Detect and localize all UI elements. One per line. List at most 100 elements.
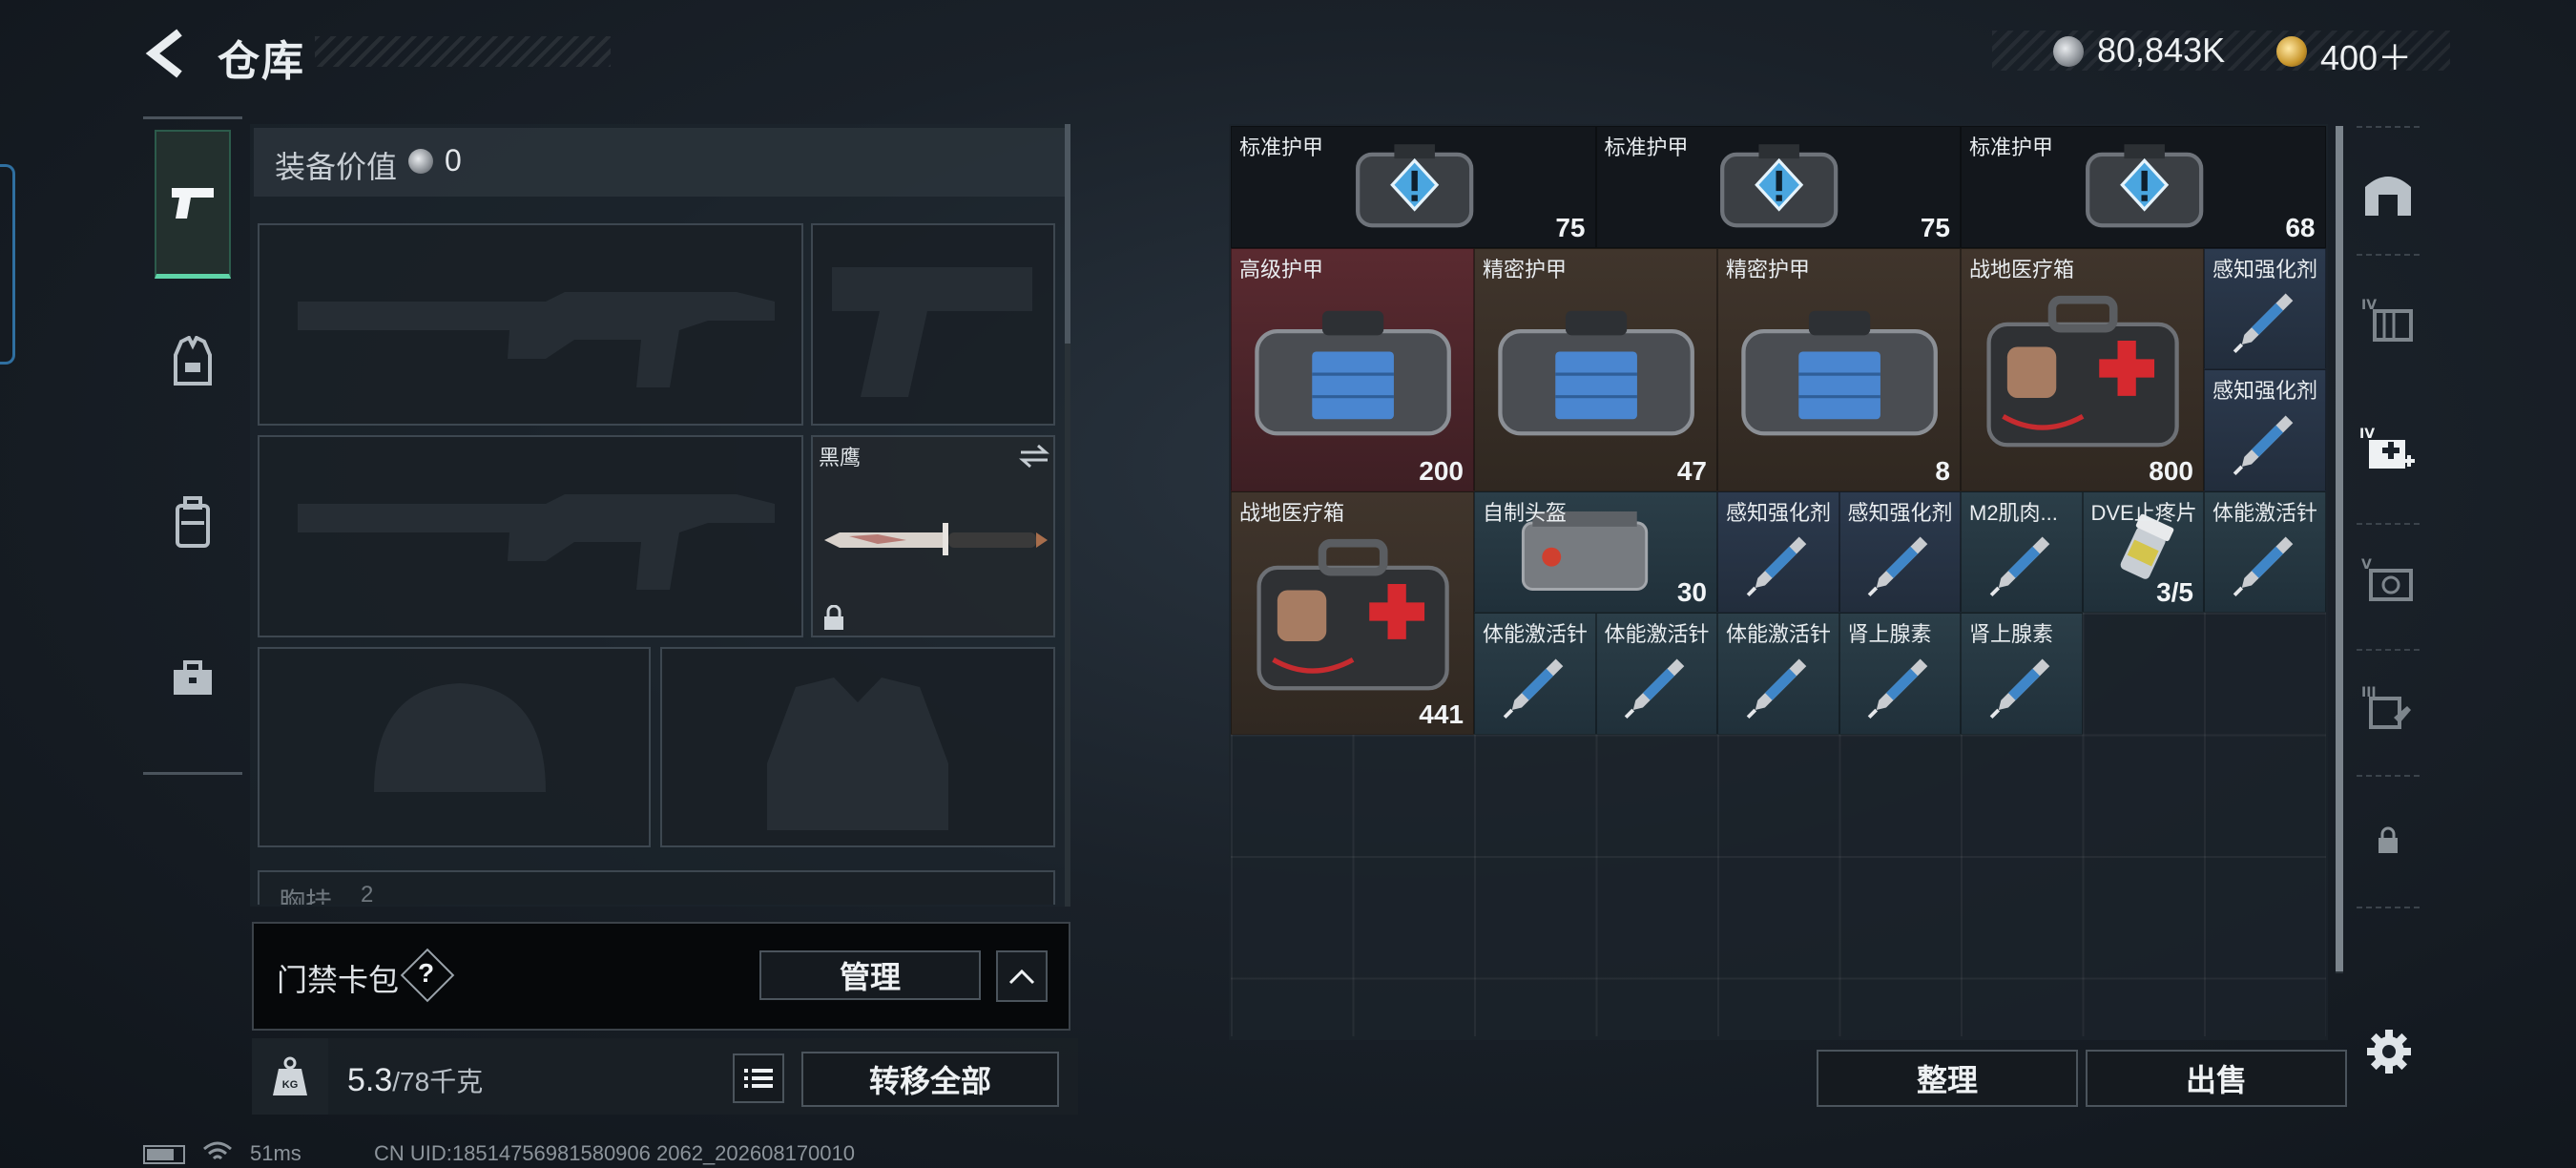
svg-text:IV: IV bbox=[2359, 427, 2375, 442]
storage-item[interactable]: 高级护甲 200 bbox=[1231, 247, 1474, 491]
tab-storage-main[interactable] bbox=[2357, 162, 2420, 225]
storage-item[interactable]: 标准护甲 68 bbox=[1961, 126, 2326, 248]
equipment-scrollbar-thumb[interactable] bbox=[1065, 124, 1070, 344]
storage-item-name: DVE止疼片 bbox=[2090, 500, 2197, 525]
gear-icon bbox=[2367, 1030, 2411, 1074]
tab-backpack[interactable] bbox=[155, 485, 231, 561]
pistol-slot[interactable] bbox=[811, 223, 1055, 426]
tab-weapons[interactable] bbox=[155, 130, 231, 279]
title-decoration bbox=[315, 36, 611, 67]
storage-item[interactable]: 体能激活针 bbox=[1717, 613, 1839, 735]
access-card-label: 门禁卡包 bbox=[277, 963, 400, 997]
lock-icon bbox=[824, 605, 843, 630]
primary-weapon-slot[interactable] bbox=[258, 223, 803, 426]
tab-toolbox[interactable] bbox=[155, 641, 231, 718]
helmet-silhouette-icon bbox=[374, 683, 546, 792]
toolbox-icon bbox=[174, 660, 212, 695]
storage-item[interactable]: 感知强化剂 bbox=[1839, 490, 1961, 613]
secondary-weapon-slot[interactable] bbox=[258, 435, 803, 637]
armor-warning-icon bbox=[1355, 144, 1473, 228]
transfer-all-button[interactable]: 转移全部 bbox=[801, 1052, 1059, 1107]
tab-medical-iv[interactable]: IV bbox=[2357, 418, 2420, 481]
sell-button[interactable]: 出售 bbox=[2086, 1050, 2347, 1107]
storage-item[interactable]: 标准护甲 75 bbox=[1231, 126, 1596, 248]
right-tab-divider bbox=[2357, 126, 2420, 128]
equipment-value-label: 装备价值 bbox=[275, 150, 398, 184]
page-title: 仓库 bbox=[218, 38, 305, 85]
collapse-button[interactable] bbox=[996, 950, 1048, 1002]
manage-button[interactable]: 管理 bbox=[759, 950, 981, 1000]
storage-scrollbar-thumb[interactable] bbox=[2336, 126, 2343, 971]
storage-item[interactable]: 感知强化剂 bbox=[1717, 490, 1839, 613]
storage-crate-v-icon: V bbox=[2361, 557, 2413, 601]
side-drawer-handle[interactable] bbox=[0, 164, 15, 365]
storage-item-name: 体能激活针 bbox=[1726, 622, 1832, 646]
vest-silhouette-icon bbox=[767, 678, 948, 830]
storage-item-name: 感知强化剂 bbox=[2212, 379, 2318, 403]
right-tab-divider bbox=[2357, 523, 2420, 525]
body-armor-slot[interactable] bbox=[660, 647, 1055, 847]
storage-item-value: 3/5 bbox=[2156, 577, 2193, 607]
chest-rig-count: 2 bbox=[361, 882, 374, 905]
storage-item-value: 441 bbox=[1419, 699, 1464, 729]
storage-item[interactable]: 自制头盔 30 bbox=[1474, 490, 1717, 613]
armor-icon bbox=[1741, 310, 1939, 435]
armor-warning-icon bbox=[2085, 144, 2203, 228]
storage-item-value: 800 bbox=[2149, 455, 2193, 486]
tab-storage-iii[interactable]: III bbox=[2357, 676, 2420, 739]
armor-vest-icon bbox=[174, 336, 212, 386]
injector-icon bbox=[1624, 658, 1685, 719]
help-icon[interactable]: ? bbox=[418, 958, 434, 989]
tab-storage-iv[interactable]: IV bbox=[2357, 288, 2420, 351]
silver-coin-icon bbox=[2053, 36, 2084, 67]
right-tab-divider bbox=[2357, 775, 2420, 777]
list-view-button[interactable] bbox=[733, 1053, 784, 1103]
helmet-slot[interactable] bbox=[258, 647, 651, 847]
tab-armor[interactable] bbox=[155, 324, 231, 401]
tab-storage-v[interactable]: V bbox=[2357, 548, 2420, 611]
storage-item[interactable]: 体能激活针 bbox=[1474, 613, 1596, 735]
storage-item[interactable]: 感知强化剂 bbox=[2204, 369, 2326, 491]
melee-item-label: 黑鹰 bbox=[819, 446, 862, 469]
storage-item[interactable]: DVE止疼片 3/5 bbox=[2082, 490, 2204, 613]
storage-item[interactable]: 精密护甲 47 bbox=[1474, 247, 1717, 491]
injector-icon bbox=[1867, 536, 1928, 597]
storage-item[interactable]: 标准护甲 75 bbox=[1595, 126, 1961, 248]
settings-button[interactable] bbox=[2360, 1023, 2418, 1080]
storage-item-value: 8 bbox=[1935, 455, 1950, 486]
storage-item[interactable]: 肾上腺素 bbox=[1839, 613, 1961, 735]
storage-crate-iii-icon: III bbox=[2361, 685, 2411, 729]
sort-button[interactable]: 整理 bbox=[1817, 1050, 2078, 1107]
armor-icon bbox=[1498, 310, 1695, 435]
storage-item-name: 战地医疗箱 bbox=[1969, 257, 2075, 282]
backpack-icon bbox=[176, 496, 210, 548]
user-uid: CN UID:18514756981580906 2062_2026081700… bbox=[374, 1141, 856, 1165]
storage-item-name: 标准护甲 bbox=[1239, 136, 1324, 159]
warehouse-icon bbox=[2365, 177, 2411, 216]
chest-rig-row[interactable]: 胸挂 2 bbox=[258, 870, 1055, 905]
equipment-value-amount: 0 bbox=[445, 143, 462, 177]
back-arrow-icon[interactable] bbox=[141, 27, 187, 80]
storage-item[interactable]: 体能激活针 bbox=[2204, 490, 2326, 613]
weight-current: 5.3 bbox=[347, 1062, 393, 1098]
injector-icon bbox=[2233, 415, 2293, 475]
storage-item-name: 肾上腺素 bbox=[1847, 622, 1932, 646]
storage-item[interactable]: 感知强化剂 bbox=[2204, 247, 2326, 369]
right-tab-divider bbox=[2357, 907, 2420, 908]
storage-item[interactable]: 战地医疗箱 800 bbox=[1961, 247, 2204, 491]
ping-readout: 51ms bbox=[250, 1141, 301, 1165]
right-tab-divider bbox=[2357, 254, 2420, 256]
chest-rig-label: 胸挂 bbox=[279, 887, 333, 905]
storage-item[interactable]: 精密护甲 8 bbox=[1717, 247, 1961, 491]
gold-currency-amount[interactable]: 400＋ bbox=[2320, 31, 2412, 80]
tab-locked[interactable] bbox=[2357, 809, 2420, 872]
storage-item[interactable]: 肾上腺素 bbox=[1961, 613, 2083, 735]
storage-item[interactable]: 体能激活针 bbox=[1595, 613, 1717, 735]
armor-icon bbox=[1255, 310, 1452, 435]
melee-slot[interactable]: 黑鹰 bbox=[811, 435, 1055, 637]
storage-item[interactable]: M2肌肉... bbox=[1961, 490, 2083, 613]
storage-item[interactable]: 战地医疗箱 441 bbox=[1231, 490, 1474, 735]
swap-icon[interactable] bbox=[1017, 443, 1051, 469]
lock-icon bbox=[2379, 826, 2398, 853]
medical-crate-iv-icon: IV bbox=[2359, 427, 2415, 469]
